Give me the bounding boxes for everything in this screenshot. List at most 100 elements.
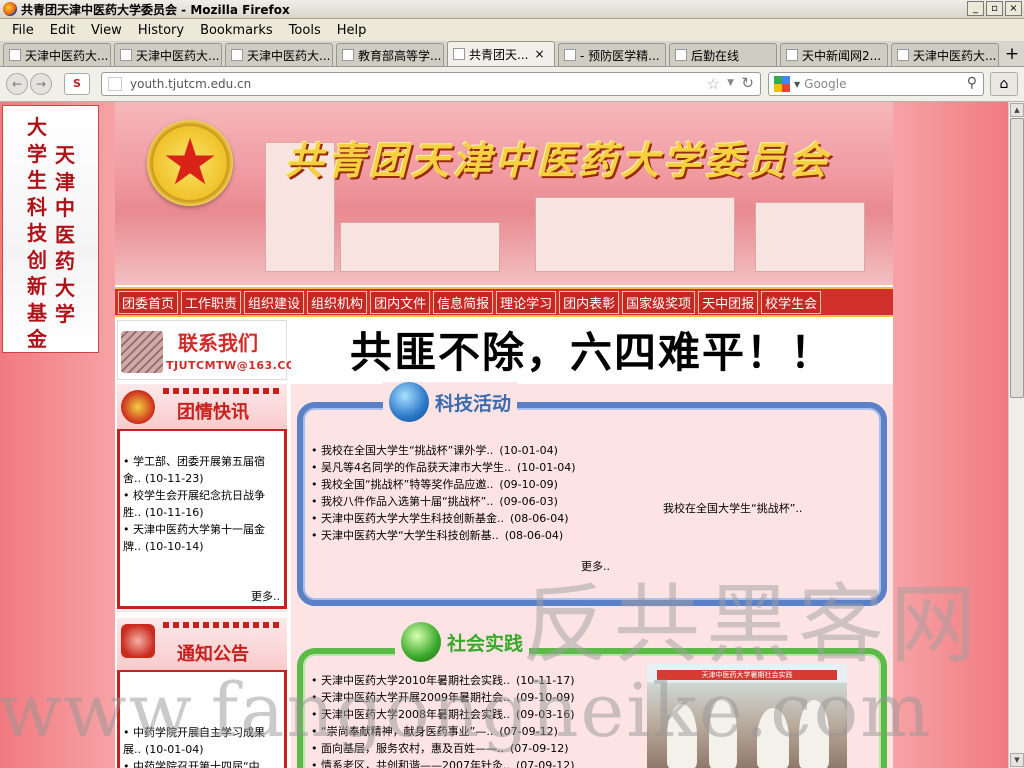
- list-item[interactable]: • 天津中医药大学大学生科技创新基金.. (08-06-04): [311, 510, 576, 527]
- contact-us-banner[interactable]: 联系我们 TJUTCMTW@163.COM: [117, 320, 307, 380]
- forward-button[interactable]: →: [30, 73, 52, 95]
- youth-league-emblem-icon: ★: [147, 120, 233, 206]
- browser-tab[interactable]: 天津中医药大...: [114, 43, 222, 66]
- google-engine-icon[interactable]: [774, 76, 790, 92]
- close-button[interactable]: ×: [1005, 1, 1022, 16]
- history-dropdown-icon[interactable]: ▼: [727, 78, 734, 88]
- page-icon: [120, 49, 132, 61]
- nav-item[interactable]: 团委首页: [118, 290, 179, 314]
- menu-history[interactable]: History: [130, 23, 192, 38]
- bookmark-star-icon[interactable]: ☆: [707, 75, 720, 93]
- social-practice-photo[interactable]: 天津中医药大学暑期社会实践: [647, 664, 847, 768]
- maximize-button[interactable]: ▫: [986, 1, 1003, 16]
- scroll-down-icon[interactable]: ▼: [1010, 753, 1024, 767]
- list-item[interactable]: • “崇尚奉献精神，献身医药事业”—.. (07-09-12): [311, 723, 575, 740]
- notice-title: 通知公告: [177, 644, 249, 665]
- vertical-scrollbar[interactable]: ▲ ▼: [1008, 102, 1024, 768]
- url-text[interactable]: youth.tjutcm.edu.cn: [130, 77, 251, 91]
- list-item[interactable]: • 天津中医药大学2008年暑期社会实践.. (09-03-16): [311, 706, 575, 723]
- menu-help[interactable]: Help: [329, 23, 375, 38]
- extension-icon[interactable]: S: [64, 73, 90, 95]
- tuanqing-list: • 学工部、团委开展第五届宿舍.. (10-11-23) • 校学生会开展纪念抗日…: [117, 429, 287, 609]
- browser-tab[interactable]: 天津中医药大...: [225, 43, 333, 66]
- person-figure: [667, 704, 697, 768]
- menu-edit[interactable]: Edit: [42, 23, 83, 38]
- menu-file[interactable]: File: [4, 23, 42, 38]
- list-item[interactable]: • 校学生会开展纪念抗日战争胜.. (10-11-16): [120, 487, 284, 521]
- list-item[interactable]: • 天津中医药大学“大学生科技创新基.. (08-06-04): [311, 527, 576, 544]
- menu-view[interactable]: View: [83, 23, 130, 38]
- contact-email[interactable]: TJUTCMTW@163.COM: [166, 359, 307, 372]
- site-identity-icon[interactable]: [108, 77, 122, 91]
- more-link[interactable]: 更多..: [251, 588, 280, 604]
- notice-box: 通知公告 • 中药学院开展自主学习成果展.. (10-01-04) • 中药学院召…: [117, 618, 287, 768]
- tab-label: - 预防医学精...: [580, 48, 660, 63]
- notice-header: 通知公告: [117, 618, 287, 670]
- home-button[interactable]: ⌂: [990, 72, 1018, 96]
- list-item[interactable]: • 吴凡等4名同学的作品获天津市大学生.. (10-01-04): [311, 459, 576, 476]
- browser-tab[interactable]: 天津中医药大...: [3, 43, 111, 66]
- search-box[interactable]: ▼ Google ⚲: [768, 72, 984, 96]
- person-figure: [757, 708, 789, 768]
- list-item[interactable]: • 我校全国“挑战杯”特等奖作品应邀.. (09-10-09): [311, 476, 576, 493]
- browser-tab[interactable]: 天津中医药大...: [891, 43, 999, 66]
- page-icon: [342, 49, 354, 61]
- list-item[interactable]: • 天津中医药大学第十一届金牌.. (10-10-14): [120, 521, 284, 555]
- new-tab-button[interactable]: +: [1002, 44, 1022, 66]
- nav-item[interactable]: 团内表彰: [559, 290, 620, 314]
- nav-item[interactable]: 信息简报: [433, 290, 494, 314]
- keji-title: 科技活动: [435, 392, 512, 415]
- back-button[interactable]: ←: [6, 73, 28, 95]
- scroll-thumb[interactable]: [1010, 118, 1024, 398]
- address-bar[interactable]: youth.tjutcm.edu.cn ☆ ▼ ↻: [101, 72, 761, 96]
- list-item[interactable]: • 我校八件作品入选第十届“挑战杯”.. (09-06-03): [311, 493, 576, 510]
- contact-heading: 联系我们: [178, 331, 258, 355]
- scroll-up-icon[interactable]: ▲: [1010, 103, 1024, 117]
- menu-tools[interactable]: Tools: [281, 23, 329, 38]
- list-item[interactable]: • 天津中医药大学2010年暑期社会实践.. (10-11-17): [311, 672, 575, 689]
- list-item[interactable]: • 天津中医药大学开展2009年暑期社会.. (09-10-09): [311, 689, 575, 706]
- league-badge-icon: [121, 390, 155, 424]
- window-titlebar: 共青团天津中医药大学委员会 - Mozilla Firefox _ ▫ ×: [0, 0, 1024, 19]
- browser-tab[interactable]: 教育部高等学...: [336, 43, 444, 66]
- browser-tab-active[interactable]: 共青团天... ×: [447, 41, 555, 66]
- list-item[interactable]: • 情系老区，共创和谐——2007年针灸.. (07-09-12): [311, 757, 575, 768]
- page-viewport: 大学生科技创新基金 天津中医药大学 ★ 共青团天津中医药大学委员会 团委首页 工…: [0, 102, 1008, 768]
- floating-ad-banner[interactable]: 大学生科技创新基金 天津中医药大学: [2, 105, 99, 353]
- nav-item[interactable]: 组织建设: [244, 290, 305, 314]
- search-icon[interactable]: ⚲: [967, 75, 977, 91]
- engine-dropdown-icon[interactable]: ▼: [794, 80, 800, 89]
- more-link[interactable]: 更多..: [581, 558, 610, 574]
- tab-label: 天津中医药大...: [247, 48, 331, 63]
- browser-tab[interactable]: 后勤在线: [669, 43, 777, 66]
- featured-link[interactable]: 我校在全国大学生“挑战杯”..: [663, 500, 802, 516]
- decorative-border: [163, 388, 283, 394]
- nav-item[interactable]: 组织机构: [307, 290, 368, 314]
- list-item[interactable]: • 面向基层，服务农村，惠及百姓——.. (07-09-12): [311, 740, 575, 757]
- tab-label: 天中新闻网2...: [802, 48, 882, 63]
- building-graphic: [755, 202, 865, 272]
- nav-item[interactable]: 国家级奖项: [622, 290, 696, 314]
- nav-item[interactable]: 工作职责: [181, 290, 242, 314]
- building-graphic: [340, 222, 500, 272]
- nav-item[interactable]: 校学生会: [761, 290, 822, 314]
- search-placeholder[interactable]: Google: [804, 77, 846, 91]
- tab-label: 天津中医药大...: [136, 48, 220, 63]
- keyboard-icon: [121, 331, 163, 373]
- page-icon: [675, 49, 687, 61]
- reload-icon[interactable]: ↻: [741, 74, 754, 92]
- browser-tab[interactable]: - 预防医学精...: [558, 43, 666, 66]
- list-item[interactable]: • 中药学院召开第十四届“中: [120, 758, 284, 768]
- close-tab-icon[interactable]: ×: [534, 47, 544, 61]
- list-item[interactable]: • 学工部、团委开展第五届宿舍.. (10-11-23): [120, 453, 284, 487]
- browser-tab[interactable]: 天中新闻网2...: [780, 43, 888, 66]
- menu-bookmarks[interactable]: Bookmarks: [192, 23, 281, 38]
- tab-label: 后勤在线: [691, 48, 740, 63]
- list-item[interactable]: • 中药学院开展自主学习成果展.. (10-01-04): [120, 724, 284, 758]
- notice-list: • 中药学院开展自主学习成果展.. (10-01-04) • 中药学院召开第十四届…: [117, 670, 287, 768]
- minimize-button[interactable]: _: [967, 1, 984, 16]
- nav-item[interactable]: 天中团报: [698, 290, 759, 314]
- list-item[interactable]: • 我校在全国大学生“挑战杯”课外学.. (10-01-04): [311, 442, 576, 459]
- nav-item[interactable]: 理论学习: [496, 290, 557, 314]
- nav-item[interactable]: 团内文件: [370, 290, 431, 314]
